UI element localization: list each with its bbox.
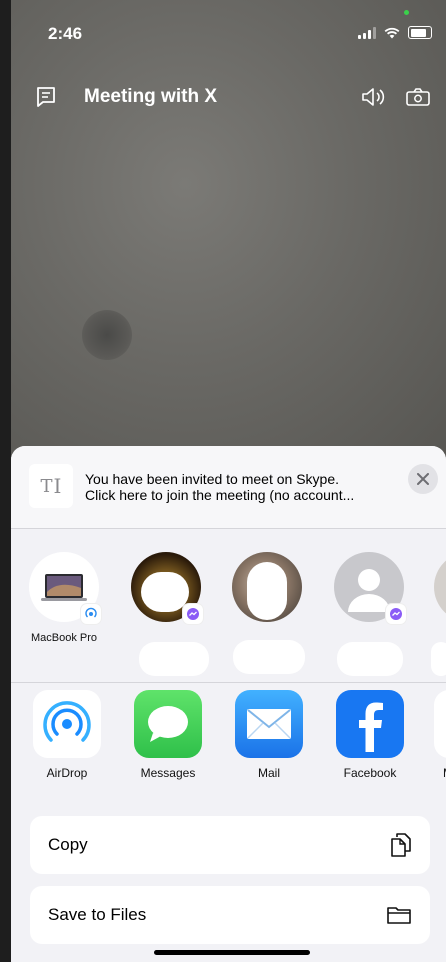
default-person-avatar [334,552,406,624]
close-button[interactable] [408,464,438,494]
photo-avatar [434,552,446,622]
messenger-badge [386,604,406,624]
apps-row: AirDrop Messages Mail Facebook [11,690,446,800]
airdrop-badge [81,604,101,624]
blurred-object [82,310,132,360]
text-document-icon: TI [29,464,73,508]
app-airdrop[interactable]: AirDrop [22,690,112,780]
person-macbook-pro[interactable]: MacBook Pro [27,542,101,644]
people-row: MacBook Pro [11,542,446,676]
call-header: Meeting with X [35,82,431,112]
app-label: Messages [140,766,196,780]
save-to-files-action[interactable]: Save to Files [30,886,430,944]
facebook-icon [336,690,404,758]
battery-icon [408,26,432,39]
laptop-avatar [29,552,101,624]
copy-action[interactable]: Copy [30,816,430,874]
redaction [139,642,209,676]
signal-icon [358,26,376,39]
messenger-icon [187,608,199,620]
envelope-icon [247,709,291,739]
status-icons [358,26,432,39]
redaction [141,572,189,612]
person-name: MacBook Pro [30,632,98,644]
redaction [233,640,305,674]
share-preview-line1: You have been invited to meet on Skype. [85,471,339,487]
speech-bubble-icon [148,706,188,742]
folder-icon [387,907,411,924]
share-preview[interactable]: TI You have been invited to meet on Skyp… [11,446,446,528]
app-label: Mail [257,766,280,780]
action-label: Copy [48,835,88,854]
status-time: 2:46 [48,24,83,43]
facebook-f-icon [359,702,383,752]
airdrop-icon [33,690,101,758]
app-facebook[interactable]: Facebook [325,690,415,780]
mail-icon [235,690,303,758]
airdrop-icon [85,607,97,618]
messenger-icon [390,608,402,620]
video-feed [11,0,446,460]
divider [11,528,446,529]
share-sheet: TI You have been invited to meet on Skyp… [11,446,446,962]
text-glyph: T [40,475,53,497]
messages-icon [134,690,202,758]
app-label: AirDrop [46,766,88,780]
divider [11,682,446,683]
share-preview-text: You have been invited to meet on Skype. … [85,471,395,503]
app-label: Facebook [343,766,397,780]
app-more[interactable]: M [423,690,446,780]
meeting-title: Meeting with X [84,86,217,107]
app-messages[interactable]: Messages [123,690,213,780]
actions-list: Copy Save to Files [30,816,430,956]
messenger-badge [183,604,203,624]
copy-icon [391,833,411,857]
redaction [337,642,403,676]
speaker-icon[interactable] [361,87,389,107]
app-label: M [423,766,446,780]
airdrop-rings-icon [43,701,91,742]
screen: 2:46 Meeting with X T I You have been in… [0,0,446,962]
redaction [431,642,446,676]
close-icon [417,473,429,485]
home-indicator [154,950,310,955]
person-contact-partial[interactable] [432,542,446,622]
redaction [247,562,287,620]
action-label: Save to Files [48,905,147,924]
person-contact[interactable] [332,542,406,632]
chat-transcript-icon[interactable] [35,86,57,108]
switch-camera-icon[interactable] [405,87,431,107]
app-mail[interactable]: Mail [224,690,314,780]
wifi-icon [384,27,400,38]
more-app-icon [434,690,446,758]
left-edge [0,0,11,962]
mic-indicator-dot [404,10,409,15]
share-preview-line2: Click here to join the meeting (no accou… [85,487,355,503]
